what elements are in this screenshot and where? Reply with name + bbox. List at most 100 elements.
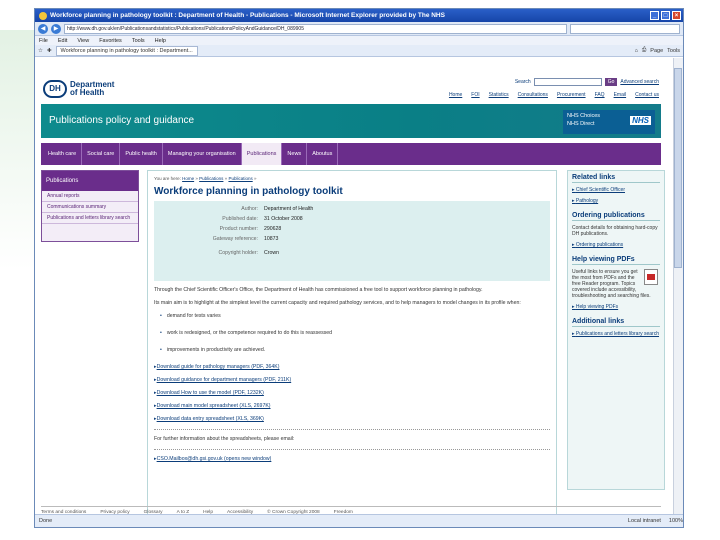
print-icon[interactable]: ⎙ [642, 47, 646, 54]
additional-link[interactable]: Publications and letters library search [572, 331, 660, 337]
breadcrumb: You are here: Home » Publications » Publ… [154, 176, 257, 181]
toplink-foi[interactable]: FOI [471, 92, 479, 98]
dh-logo-mark: DH [43, 80, 67, 98]
menu-bar: File Edit View Favorites Tools Help [35, 36, 683, 45]
ordering-link[interactable]: Ordering publications [572, 242, 660, 248]
meta-value: Crown [264, 250, 279, 256]
background-decoration [0, 30, 34, 270]
ie-icon [39, 11, 47, 20]
page-menu[interactable]: Page [650, 48, 663, 54]
further-info: For further information about the spread… [154, 436, 295, 442]
meta-row: Copyright holder: Crown [154, 250, 550, 256]
meta-key: Author: [241, 206, 258, 212]
email-link[interactable]: CSO.Mailbox@dh.gsi.gov.uk (opens new win… [154, 456, 550, 463]
toplink-contact[interactable]: Contact us [635, 92, 659, 98]
divider [154, 429, 550, 430]
back-icon[interactable]: ◀ [38, 23, 48, 34]
forward-icon[interactable]: ▶ [51, 23, 61, 34]
download-link[interactable]: Download data entry spreadsheet (XLS, 36… [154, 416, 550, 423]
nav-public-health[interactable]: Public health [120, 143, 163, 165]
left-nav-item[interactable]: Communications summary [42, 202, 138, 213]
meta-row: Published date: 31 October 2008 [154, 216, 550, 222]
home-icon[interactable]: ⌂ [635, 48, 638, 54]
download-link[interactable]: Download main model spreadsheet (XLS, 26… [154, 403, 550, 410]
search-go-button[interactable]: Go [604, 78, 618, 86]
list-item: demand for tests varies [160, 313, 550, 320]
toplink-faq[interactable]: FAQ [595, 92, 605, 98]
nav-publications[interactable]: Publications [241, 143, 283, 165]
list-item: work is redesigned, or the competence re… [160, 330, 550, 337]
toplink-consultations[interactable]: Consultations [518, 92, 548, 98]
related-link[interactable]: Pathology [572, 198, 660, 204]
nhs-logo: NHS [630, 116, 651, 125]
nav-news[interactable]: News [282, 143, 308, 165]
menu-help[interactable]: Help [155, 38, 166, 44]
main-nav: Health care Social care Public health Ma… [41, 143, 661, 165]
toplink-home[interactable]: Home [449, 92, 462, 98]
search-input[interactable] [533, 78, 602, 86]
meta-row: Product number: 290628 [154, 226, 550, 232]
additional-links-heading: Additional links [572, 318, 660, 327]
toplink-email[interactable]: Email [614, 92, 627, 98]
dh-page: DH Department of Health Search Go Advanc… [41, 58, 667, 516]
menu-tools[interactable]: Tools [132, 38, 145, 44]
ie-search-input[interactable] [570, 23, 680, 34]
section-banner: Publications policy and guidance NHS Cho… [41, 104, 661, 138]
meta-value: 31 October 2008 [264, 216, 303, 222]
page-content: DH Department of Health Search Go Advanc… [35, 58, 683, 516]
breadcrumb-home[interactable]: Home [182, 176, 194, 181]
close-icon[interactable]: × [672, 11, 681, 20]
left-nav-item[interactable]: Publications and letters library search [42, 213, 138, 224]
pdf-help-heading: Help viewing PDFs [572, 256, 660, 265]
divider [154, 449, 550, 450]
meta-value: Department of Health [264, 206, 314, 212]
related-link[interactable]: Chief Scientific Officer [572, 187, 660, 193]
nhs-links: NHS Choices NHS Direct NHS [563, 110, 655, 134]
address-bar: ◀ ▶ http://www.dh.gov.uk/en/Publications… [35, 22, 683, 36]
download-link[interactable]: Download guide for pathology managers (P… [154, 364, 550, 371]
breadcrumb-prefix: You are here: [154, 176, 181, 181]
menu-favorites[interactable]: Favorites [99, 38, 122, 44]
meta-value: 290628 [264, 226, 282, 232]
left-nav-item[interactable]: Annual reports [42, 191, 138, 202]
menu-file[interactable]: File [39, 38, 48, 44]
browser-window: Workforce planning in pathology toolkit … [34, 8, 684, 528]
add-favorite-icon[interactable]: ✚ [47, 48, 52, 54]
left-nav: Publications Annual reports Communicatio… [41, 170, 139, 242]
download-link[interactable]: Download guidance for department manager… [154, 377, 550, 384]
vertical-scrollbar[interactable] [673, 58, 683, 516]
menu-view[interactable]: View [77, 38, 89, 44]
tools-menu[interactable]: Tools [667, 48, 680, 54]
browser-tab[interactable]: Workforce planning in pathology toolkit … [55, 45, 198, 56]
main-column: You are here: Home » Publications » Publ… [147, 170, 557, 515]
nav-managing-organisation[interactable]: Managing your organisation [163, 143, 242, 165]
menu-edit[interactable]: Edit [58, 38, 67, 44]
left-nav-head[interactable]: Publications [42, 171, 138, 191]
nav-about-us[interactable]: Aboutus [307, 143, 339, 165]
address-input[interactable]: http://www.dh.gov.uk/en/Publicationsands… [64, 23, 567, 34]
download-link[interactable]: Download How to use the model (PDF, 1232… [154, 390, 550, 397]
toplink-statistics[interactable]: Statistics [489, 92, 509, 98]
meta-value: 10873 [264, 236, 279, 242]
nav-health-care[interactable]: Health care [43, 143, 83, 165]
meta-key: Published date: [222, 216, 258, 222]
title-bar: Workforce planning in pathology toolkit … [35, 9, 683, 22]
toplink-procurement[interactable]: Procurement [557, 92, 586, 98]
page-title: Workforce planning in pathology toolkit [154, 186, 343, 197]
ordering-text: Contact details for obtaining hard-copy … [572, 225, 658, 237]
meta-key: Product number: [219, 226, 258, 232]
breadcrumb-publications-sub[interactable]: Publications [228, 176, 252, 181]
scroll-thumb[interactable] [674, 68, 682, 268]
maximize-icon[interactable]: □ [661, 11, 670, 20]
nav-social-care[interactable]: Social care [82, 143, 121, 165]
window-title: Workforce planning in pathology toolkit … [50, 12, 445, 19]
breadcrumb-publications[interactable]: Publications [199, 176, 223, 181]
minimize-icon[interactable]: _ [650, 11, 659, 20]
pdf-help-link[interactable]: Help viewing PDFs [572, 304, 660, 310]
list-item: improvements in productivity are achieve… [160, 347, 550, 354]
favorites-star-icon[interactable]: ☆ [38, 48, 43, 54]
zoom-level[interactable]: 100% [669, 518, 683, 524]
advanced-search-link[interactable]: Advanced search [620, 79, 659, 85]
status-text: Done [39, 518, 53, 524]
dh-logo[interactable]: DH Department of Health [43, 80, 114, 98]
